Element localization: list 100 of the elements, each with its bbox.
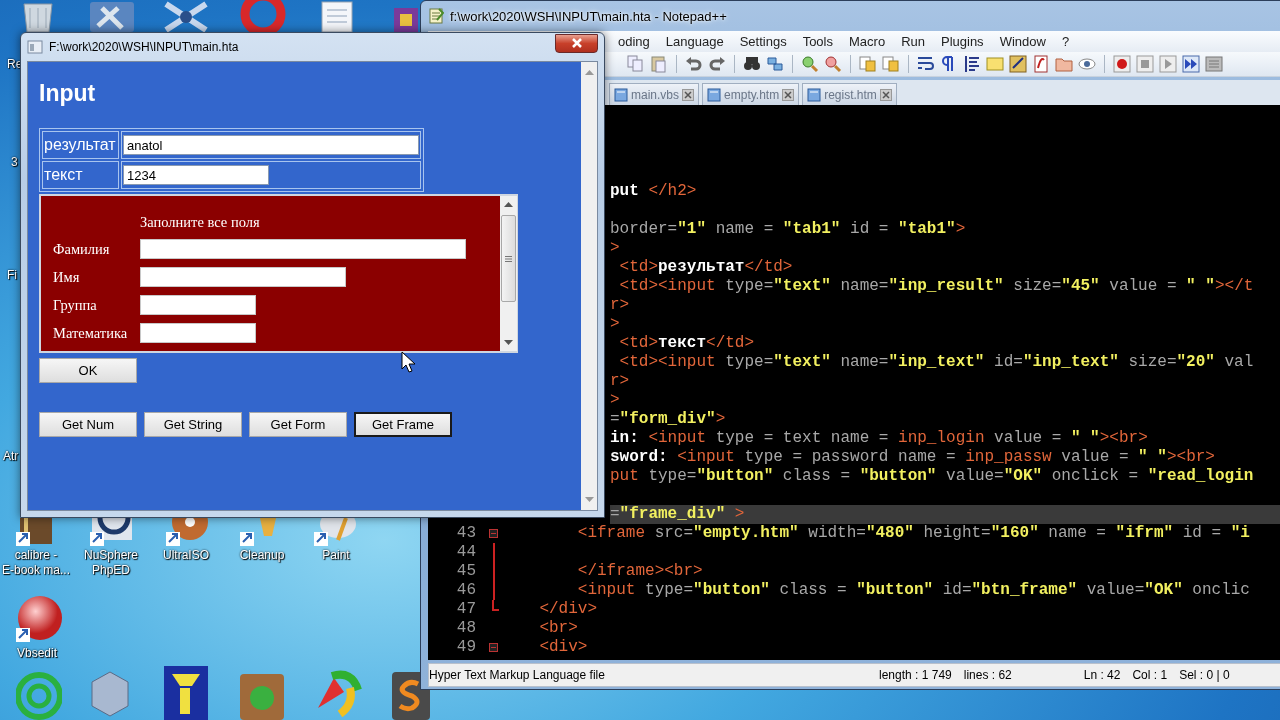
status-text: Hyper Text Markup Language file xyxy=(429,668,606,682)
code-line: <td><input type="text" name="inp_result" size="45" value = " "></t xyxy=(618,277,1254,296)
text-field[interactable]: 1234 xyxy=(123,165,269,185)
status-text: length : 1 749 xyxy=(879,668,952,682)
file-icon xyxy=(707,87,722,102)
fold-toggle-icon[interactable] xyxy=(489,529,498,538)
code-line: sword: <input type = password name = inp_passw value = " "><br> xyxy=(610,448,1215,467)
code-line: </div> xyxy=(538,600,597,619)
input-field[interactable] xyxy=(140,323,256,343)
scroll-thumb[interactable] xyxy=(501,215,516,302)
box-icon xyxy=(392,6,420,32)
input-field[interactable] xyxy=(140,267,346,287)
tab-label: main.vbs xyxy=(631,87,680,102)
action-button[interactable]: Get String xyxy=(144,412,242,437)
record-icon[interactable] xyxy=(1112,54,1132,74)
field-label: Математика xyxy=(53,324,128,342)
sync-icon[interactable] xyxy=(881,54,901,74)
menu-item[interactable]: Run xyxy=(893,34,933,49)
palette-icon xyxy=(312,518,358,548)
close-icon[interactable] xyxy=(682,88,695,101)
field-label: результат xyxy=(44,136,116,153)
code-line: > xyxy=(610,391,620,410)
code-line: in: <input type = text name = inp_login value = " "><br> xyxy=(610,429,1148,448)
ring-icon xyxy=(240,0,286,32)
cd-icon xyxy=(164,518,210,548)
copy-icon[interactable] xyxy=(626,54,646,74)
code-line: > xyxy=(610,239,620,258)
code-line: put type="button" class = "button" value="OK" onclick = "read_login xyxy=(610,467,1254,486)
menu-item[interactable]: Macro xyxy=(841,34,894,49)
line-number: 47 xyxy=(456,600,476,619)
menu-item[interactable]: Language xyxy=(657,34,732,49)
action-button[interactable]: Get Frame xyxy=(354,412,452,437)
tab-label: empty.htm xyxy=(724,87,780,102)
letter-s-icon xyxy=(390,670,432,720)
menu-item[interactable]: ? xyxy=(1053,34,1078,49)
bin-icon xyxy=(20,0,56,32)
zoom-in-icon[interactable] xyxy=(800,54,820,74)
paste-icon[interactable] xyxy=(649,54,669,74)
down-arrow-icon[interactable] xyxy=(504,340,513,345)
file-tab[interactable]: empty.htm xyxy=(702,83,800,105)
code-line: <td><input type="text" name="inp_text" id="inp_text" size="20" val xyxy=(618,353,1254,372)
code-line: r> xyxy=(610,372,630,391)
close-icon[interactable] xyxy=(879,88,892,101)
menu-item[interactable]: oding xyxy=(610,34,658,49)
fold-toggle-icon[interactable] xyxy=(489,643,498,652)
redo-icon[interactable] xyxy=(707,54,727,74)
up-arrow-icon[interactable] xyxy=(504,202,513,207)
code-line: </iframe><br> xyxy=(576,562,703,581)
line-number: 49 xyxy=(456,638,476,657)
input-field[interactable] xyxy=(140,295,256,315)
sphere-icon xyxy=(14,596,62,644)
menu-item[interactable]: Plugins xyxy=(933,34,992,49)
status-text: Col : 1 xyxy=(1131,668,1168,682)
text-field[interactable]: anatol xyxy=(123,135,419,155)
window-icon xyxy=(27,40,43,54)
fast-forward-icon[interactable] xyxy=(1181,54,1201,74)
map-icon[interactable] xyxy=(1008,54,1028,74)
grip-icon xyxy=(505,255,512,262)
line-number: 44 xyxy=(456,543,476,562)
code-line: ="form_div"> xyxy=(610,410,726,429)
line-number: 45 xyxy=(456,562,476,581)
line-number: 43 xyxy=(456,524,476,543)
action-button[interactable]: Get Form xyxy=(249,412,347,437)
status-text: Sel : 0 | 0 xyxy=(1178,668,1230,682)
status-text: lines : 62 xyxy=(962,668,1013,682)
close-icon xyxy=(569,37,584,49)
stop-icon[interactable] xyxy=(1135,54,1155,74)
undo-icon[interactable] xyxy=(684,54,704,74)
icon-label[interactable]: 3 xyxy=(11,155,18,170)
sync-icon[interactable] xyxy=(858,54,878,74)
status-text: Ln : 42 xyxy=(1082,668,1121,682)
menu-item[interactable]: Settings xyxy=(731,34,795,49)
menu-item[interactable]: Tools xyxy=(794,34,841,49)
window-title: f:\work\2020\WSH\INPUT\main.hta - Notepad++ xyxy=(450,8,727,24)
document-icon xyxy=(318,0,356,32)
field-label: Имя xyxy=(53,268,80,286)
field-label: текст xyxy=(44,166,83,183)
field-label: Фамилия xyxy=(53,240,110,258)
close-icon[interactable] xyxy=(782,88,795,101)
code-line: <td>текст</td> xyxy=(618,334,755,353)
code-line: > xyxy=(610,315,620,334)
notepad-icon xyxy=(428,8,444,24)
zoom-out-icon[interactable] xyxy=(823,54,843,74)
file-tab[interactable]: main.vbs xyxy=(609,83,700,105)
action-button[interactable]: Get Num xyxy=(39,412,137,437)
window-title: F:\work\2020\WSH\INPUT\main.hta xyxy=(49,40,240,54)
input-field[interactable] xyxy=(140,239,466,259)
form-title: Заполните все поля xyxy=(140,213,260,231)
tile-icon xyxy=(162,664,210,720)
ok-button[interactable]: OK xyxy=(39,358,137,383)
file-icon xyxy=(807,87,822,102)
function-icon[interactable] xyxy=(1031,54,1051,74)
indent-guide-icon[interactable] xyxy=(962,54,982,74)
close-button[interactable] xyxy=(555,33,598,53)
file-tab[interactable]: regist.htm xyxy=(802,83,897,105)
replace-icon[interactable] xyxy=(765,54,785,74)
menu-item[interactable]: Window xyxy=(991,34,1054,49)
code-line: <input type="button" class = "button" id="btn_frame" value="OK" onclic xyxy=(576,581,1250,600)
scrollbar[interactable] xyxy=(500,196,517,351)
code-line: r> xyxy=(610,296,630,315)
